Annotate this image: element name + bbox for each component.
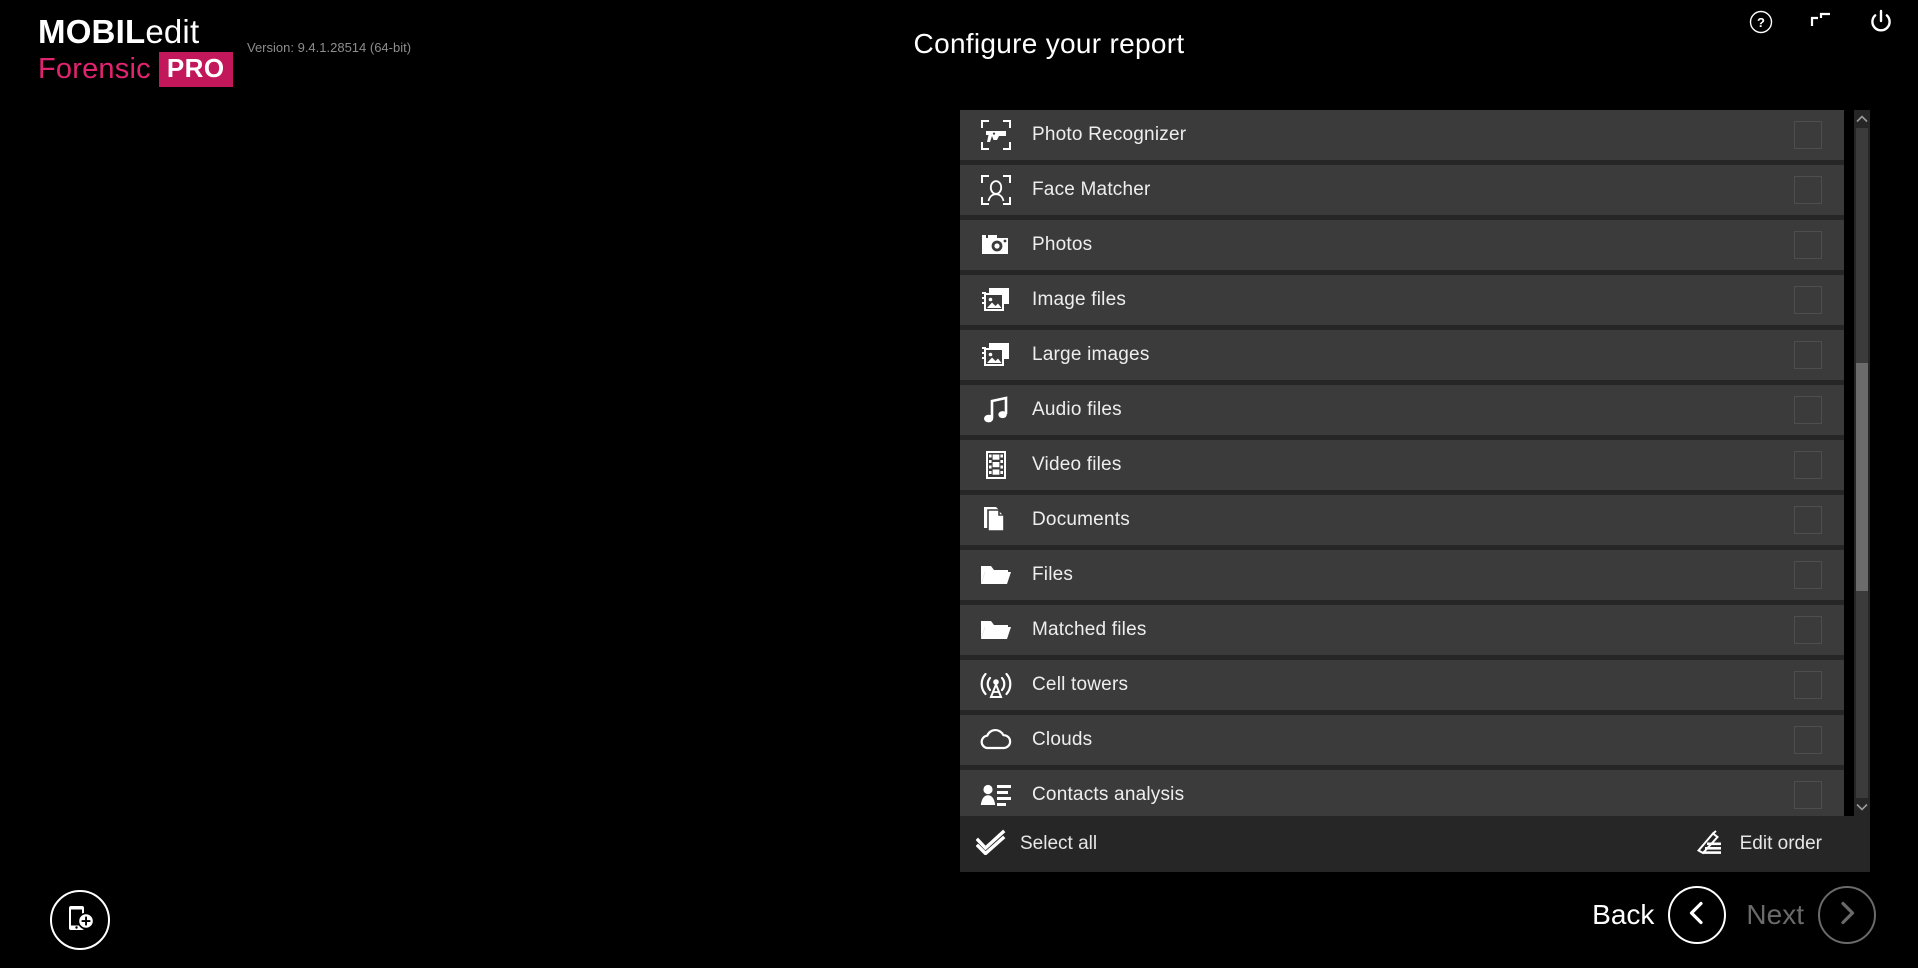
report-item-row[interactable]: Face Matcher: [960, 165, 1844, 215]
report-item-label: Image files: [1032, 289, 1126, 311]
scrollbar-track[interactable]: [1854, 128, 1870, 798]
add-device-button[interactable]: [50, 890, 110, 950]
list-scrollbar[interactable]: [1854, 110, 1870, 816]
report-item-label: Video files: [1032, 454, 1122, 476]
report-item-label: Face Matcher: [1032, 179, 1151, 201]
report-item-checkbox[interactable]: [1794, 231, 1822, 259]
gun-scan-icon: [960, 110, 1032, 160]
chevron-right-icon: [1834, 900, 1860, 931]
report-item-label: Contacts analysis: [1032, 784, 1184, 806]
report-item-row[interactable]: Audio files: [960, 385, 1844, 435]
help-icon: ?: [1748, 9, 1774, 35]
report-item-label: Documents: [1032, 509, 1130, 531]
phone-add-icon: [63, 901, 97, 940]
report-item-checkbox[interactable]: [1794, 561, 1822, 589]
report-item-label: Photos: [1032, 234, 1092, 256]
select-all-label: Select all: [1020, 833, 1097, 855]
report-item-label: Large images: [1032, 344, 1150, 366]
folder-icon: [960, 550, 1032, 600]
report-items-panel: Photo Recognizer Face Matcher Photos Ima…: [960, 110, 1844, 816]
report-item-checkbox[interactable]: [1794, 726, 1822, 754]
image-stack-icon: [960, 330, 1032, 380]
power-button[interactable]: [1862, 5, 1900, 39]
scroll-down-button[interactable]: [1854, 798, 1870, 816]
double-check-icon: [976, 829, 1006, 860]
contacts-icon: [960, 770, 1032, 816]
report-item-row[interactable]: Matched files: [960, 605, 1844, 655]
report-item-checkbox[interactable]: [1794, 506, 1822, 534]
report-item-row[interactable]: Cell towers: [960, 660, 1844, 710]
back-circle: [1668, 886, 1726, 944]
back-label: Back: [1592, 899, 1654, 931]
minimize-button[interactable]: [1802, 5, 1840, 39]
report-item-checkbox[interactable]: [1794, 286, 1822, 314]
report-item-checkbox[interactable]: [1794, 616, 1822, 644]
back-button[interactable]: Back: [1592, 886, 1726, 944]
music-note-icon: [960, 385, 1032, 435]
scrollbar-thumb[interactable]: [1856, 363, 1868, 591]
report-item-label: Cell towers: [1032, 674, 1128, 696]
report-item-row[interactable]: Image files: [960, 275, 1844, 325]
app-window: MOBILedit Forensic PRO Version: 9.4.1.28…: [0, 0, 1918, 968]
folder-icon: [960, 605, 1032, 655]
report-items-list: Photo Recognizer Face Matcher Photos Ima…: [960, 110, 1844, 816]
app-footer: Back Next: [0, 872, 1918, 968]
report-item-checkbox[interactable]: [1794, 121, 1822, 149]
page-title: Configure your report: [0, 28, 1918, 60]
scroll-up-button[interactable]: [1854, 110, 1870, 128]
next-circle: [1818, 886, 1876, 944]
report-item-checkbox[interactable]: [1794, 451, 1822, 479]
pencil-lines-icon: [1696, 829, 1726, 860]
wizard-navigation: Back Next: [1592, 886, 1876, 944]
report-item-row[interactable]: Video files: [960, 440, 1844, 490]
cell-tower-icon: [960, 660, 1032, 710]
help-button[interactable]: ?: [1742, 5, 1780, 39]
report-item-row[interactable]: Documents: [960, 495, 1844, 545]
report-item-label: Clouds: [1032, 729, 1092, 751]
report-item-row[interactable]: Clouds: [960, 715, 1844, 765]
chevron-down-icon: [1856, 798, 1868, 816]
camera-icon: [960, 220, 1032, 270]
report-item-label: Photo Recognizer: [1032, 124, 1186, 146]
window-controls: ?: [1742, 5, 1900, 39]
report-item-label: Matched files: [1032, 619, 1147, 641]
chevron-left-icon: [1684, 900, 1710, 931]
report-item-row[interactable]: Photo Recognizer: [960, 110, 1844, 160]
report-item-checkbox[interactable]: [1794, 176, 1822, 204]
edit-order-label: Edit order: [1740, 833, 1822, 855]
report-item-row[interactable]: Photos: [960, 220, 1844, 270]
report-item-checkbox[interactable]: [1794, 781, 1822, 809]
next-label: Next: [1746, 899, 1804, 931]
edit-order-button[interactable]: Edit order: [1696, 829, 1822, 860]
list-actions-bar: Select all Edit order: [960, 816, 1870, 872]
film-strip-icon: [960, 440, 1032, 490]
report-item-row[interactable]: Contacts analysis: [960, 770, 1844, 816]
scrollbar-track-lower[interactable]: [1856, 591, 1868, 798]
chevron-up-icon: [1856, 110, 1868, 128]
power-icon: [1867, 8, 1895, 36]
app-header: MOBILedit Forensic PRO Version: 9.4.1.28…: [0, 0, 1918, 100]
report-item-checkbox[interactable]: [1794, 341, 1822, 369]
report-item-row[interactable]: Files: [960, 550, 1844, 600]
svg-text:?: ?: [1757, 15, 1765, 30]
face-scan-icon: [960, 165, 1032, 215]
select-all-button[interactable]: Select all: [976, 829, 1097, 860]
report-item-checkbox[interactable]: [1794, 396, 1822, 424]
report-item-row[interactable]: Large images: [960, 330, 1844, 380]
scrollbar-track-upper[interactable]: [1856, 128, 1868, 363]
report-item-label: Files: [1032, 564, 1073, 586]
documents-icon: [960, 495, 1032, 545]
minimize-icon: [1808, 9, 1834, 35]
report-item-label: Audio files: [1032, 399, 1122, 421]
image-stack-icon: [960, 275, 1032, 325]
report-item-checkbox[interactable]: [1794, 671, 1822, 699]
next-button[interactable]: Next: [1746, 886, 1876, 944]
cloud-icon: [960, 715, 1032, 765]
